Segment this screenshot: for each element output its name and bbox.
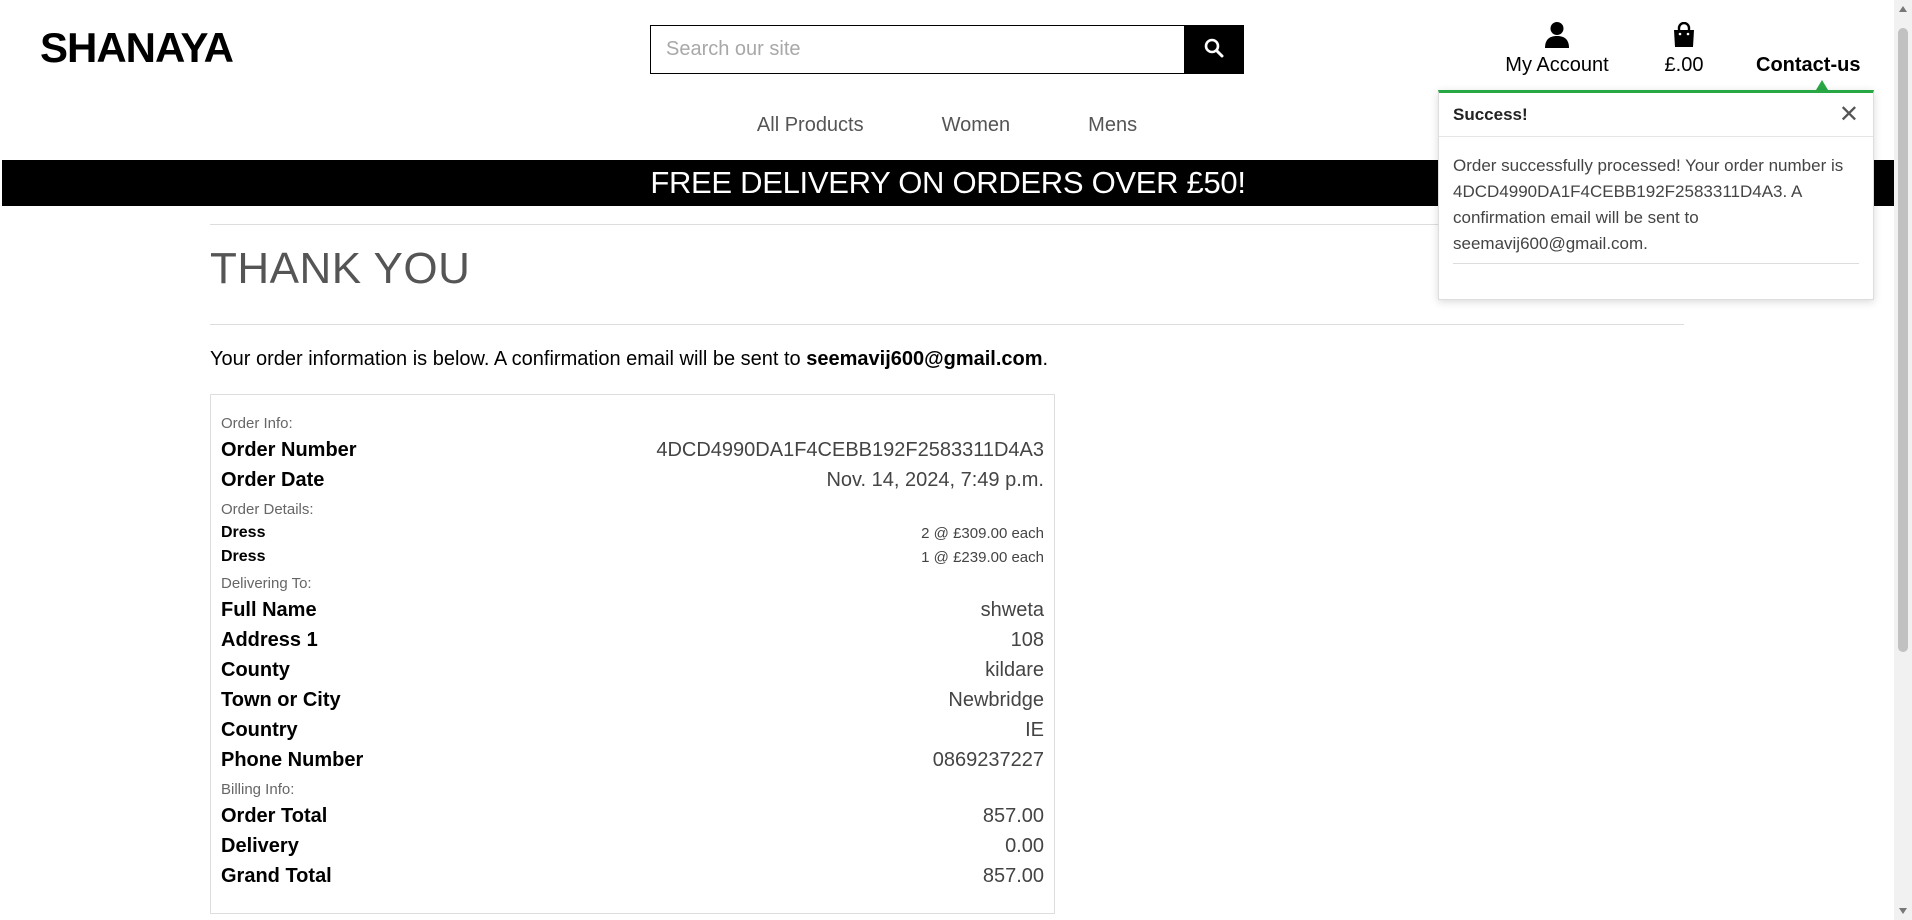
info-suffix: .: [1042, 348, 1049, 370]
section-label-delivering-to: Delivering To:: [221, 575, 312, 592]
nav-item-all-products[interactable]: All Products: [757, 114, 864, 137]
my-account-label: My Account: [1505, 54, 1609, 76]
field-value: kildare: [985, 658, 1044, 681]
section-label-order-details: Order Details:: [221, 501, 314, 518]
order-item-row: Dress 2 @ £309.00 each: [221, 521, 1044, 545]
delivery-row-town: Town or City Newbridge: [221, 685, 1044, 715]
page-scrollbar[interactable]: [1894, 0, 1912, 920]
item-qty-price: 2 @ £309.00 each: [921, 524, 1044, 542]
scroll-up-arrow-icon[interactable]: [1899, 6, 1907, 12]
field-label: Country: [221, 718, 298, 741]
order-number-label: Order Number: [221, 438, 357, 461]
scrollbar-thumb[interactable]: [1898, 28, 1908, 652]
field-value: 857.00: [982, 864, 1044, 887]
success-toast: Success! ✕ Order successfully processed!…: [1438, 90, 1874, 300]
order-number-row: Order Number 4DCD4990DA1F4CEBB192F258331…: [221, 435, 1044, 465]
divider: [210, 324, 1684, 325]
field-label: Full Name: [221, 598, 317, 621]
field-label: Phone Number: [221, 748, 364, 771]
field-value: 108: [1010, 628, 1044, 651]
order-item-row: Dress 1 @ £239.00 each: [221, 545, 1044, 569]
field-value: 857.00: [982, 804, 1044, 827]
item-qty-price: 1 @ £239.00 each: [921, 548, 1044, 566]
search-bar: [650, 25, 1244, 74]
confirmation-email: seemavij600@gmail.com: [806, 348, 1043, 370]
delivery-row-country: Country IE: [221, 715, 1044, 745]
brand-logo[interactable]: SHANAYA: [40, 24, 234, 72]
item-name: Dress: [221, 548, 266, 565]
section-label-billing-info: Billing Info:: [221, 781, 295, 798]
delivery-row-county: County kildare: [221, 655, 1044, 685]
order-date-label: Order Date: [221, 468, 325, 491]
field-value: 0.00: [1005, 834, 1044, 857]
search-icon: [1204, 38, 1224, 61]
order-summary-card: Order Info: Order Number 4DCD4990DA1F4CE…: [210, 394, 1055, 914]
order-number-value: 4DCD4990DA1F4CEBB192F2583311D4A3: [656, 438, 1044, 461]
my-account-link[interactable]: My Account: [1500, 20, 1614, 77]
toast-arrow: [1816, 80, 1828, 90]
toast-header: Success! ✕: [1439, 93, 1873, 137]
field-label: Order Total: [221, 804, 328, 827]
order-date-value: Nov. 14, 2024, 7:49 p.m.: [826, 468, 1044, 491]
page: SHANAYA My Account: [0, 0, 1894, 920]
field-label: Grand Total: [221, 864, 332, 887]
billing-row-order-total: Order Total 857.00: [221, 801, 1044, 831]
billing-row-delivery: Delivery 0.00: [221, 831, 1044, 861]
field-value: shweta: [980, 598, 1044, 621]
nav-item-mens[interactable]: Mens: [1088, 114, 1137, 137]
toast-divider: [1453, 263, 1859, 264]
scroll-down-arrow-icon[interactable]: [1899, 908, 1907, 914]
shopping-bag-icon: [1656, 20, 1712, 50]
delivery-row-phone: Phone Number 0869237227: [221, 745, 1044, 775]
toast-message: Order successfully processed! Your order…: [1453, 156, 1844, 253]
search-input[interactable]: [650, 25, 1184, 74]
billing-row-grand-total: Grand Total 857.00: [221, 861, 1044, 891]
order-info-text: Your order information is below. A confi…: [210, 348, 1048, 371]
shopping-bag-link[interactable]: £.00: [1656, 20, 1712, 77]
order-date-row: Order Date Nov. 14, 2024, 7:49 p.m.: [221, 465, 1044, 495]
close-icon[interactable]: ✕: [1839, 102, 1859, 127]
field-value: 0869237227: [932, 748, 1044, 771]
field-value: Newbridge: [948, 688, 1044, 711]
field-label: Delivery: [221, 834, 299, 857]
field-label: County: [221, 658, 290, 681]
bag-total: £.00: [1664, 54, 1704, 76]
user-icon: [1500, 20, 1614, 50]
section-label-order-info: Order Info:: [221, 415, 293, 432]
delivery-row-address-1: Address 1 108: [221, 625, 1044, 655]
search-button[interactable]: [1184, 25, 1244, 74]
field-value: IE: [1025, 718, 1044, 741]
field-label: Town or City: [221, 688, 341, 711]
page-title: THANK YOU: [210, 244, 471, 293]
toast-title: Success!: [1453, 104, 1528, 124]
delivery-row-full-name: Full Name shweta: [221, 595, 1044, 625]
info-prefix: Your order information is below. A confi…: [210, 348, 807, 370]
nav-item-women[interactable]: Women: [942, 114, 1011, 137]
field-label: Address 1: [221, 628, 318, 651]
item-name: Dress: [221, 524, 266, 541]
contact-us-link[interactable]: Contact-us: [1756, 54, 1860, 77]
